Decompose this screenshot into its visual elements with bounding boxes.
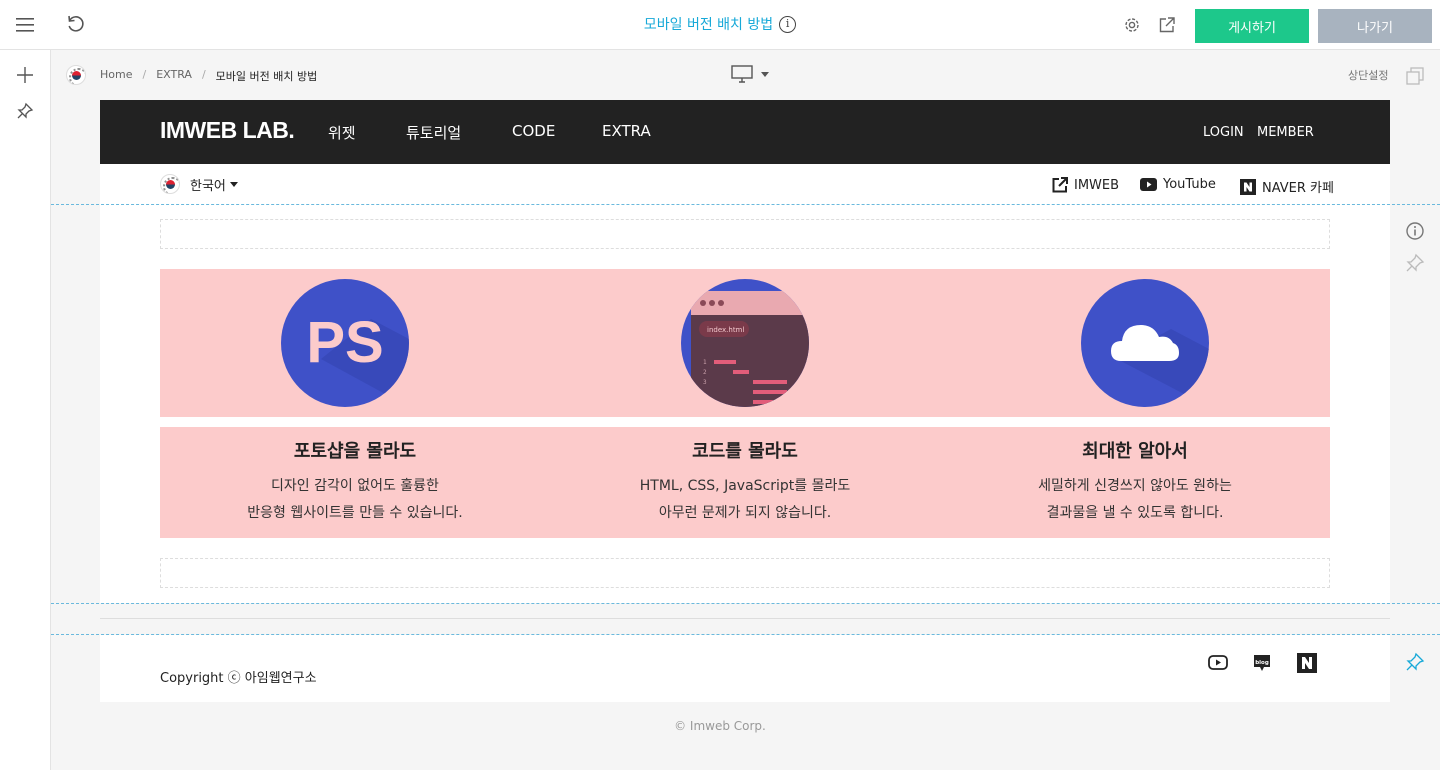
site-header: IMWEB LAB. 위젯 튜토리얼 CODE EXTRA LOGIN MEMB… (100, 100, 1390, 164)
youtube-link[interactable]: YouTube (1140, 177, 1216, 192)
section-guide-line (51, 603, 1440, 604)
code-line-number: 3 (703, 379, 707, 386)
section-guide-line (51, 204, 1440, 205)
empty-block-placeholder[interactable] (160, 558, 1330, 588)
feature-desc-line: HTML, CSS, JavaScript를 몰라도 (639, 478, 851, 494)
language-selector[interactable]: 한국어 (160, 174, 238, 194)
login-link[interactable]: LOGIN (1203, 125, 1244, 140)
breadcrumb-extra[interactable]: EXTRA (156, 68, 192, 84)
blog-icon[interactable]: blog (1252, 653, 1272, 677)
feature-desc-line: 아무런 문제가 되지 않습니다. (658, 505, 832, 521)
feature-text-band: 포토샵을 몰라도 디자인 감각이 없어도 훌륭한반응형 웹사이트를 만들 수 있… (160, 427, 1330, 538)
svg-text:blog: blog (1255, 660, 1269, 666)
member-link[interactable]: MEMBER (1257, 125, 1314, 140)
imweb-link-label: IMWEB (1074, 177, 1120, 193)
external-open-icon[interactable] (1155, 13, 1179, 37)
breadcrumb: Home / EXTRA / 모바일 버전 배치 방법 (100, 68, 317, 84)
device-selector[interactable] (731, 65, 769, 83)
left-tool-rail (0, 50, 51, 770)
feature-desc-line: 디자인 감각이 없어도 훌륭한 (271, 478, 439, 494)
code-line-number: 2 (703, 369, 707, 376)
breadcrumb-home[interactable]: Home (100, 68, 132, 84)
youtube-link-label: YouTube (1163, 177, 1216, 192)
pin-icon[interactable] (13, 99, 37, 123)
korean-flag-icon (160, 174, 180, 194)
desktop-icon (731, 65, 753, 83)
publish-button[interactable]: 게시하기 (1195, 9, 1309, 43)
feature-title: 포토샵을 몰라도 (293, 441, 417, 462)
breadcrumb-separator: / (201, 68, 206, 81)
nav-item-extra[interactable]: EXTRA (602, 122, 651, 140)
code-file-name: index.html (707, 326, 744, 334)
exit-button[interactable]: 나가기 (1318, 9, 1432, 43)
external-link-icon (1052, 177, 1068, 193)
corp-copyright: © Imweb Corp. (674, 719, 766, 733)
breadcrumb-separator: / (142, 68, 147, 81)
gear-icon[interactable] (1120, 13, 1144, 37)
copyright-text: Copyright ⓒ 아임웹연구소 (160, 671, 317, 686)
feature-title: 최대한 알아서 (1082, 441, 1188, 462)
feature-auto: 최대한 알아서 세밀하게 신경쓰지 않아도 원하는결과물을 낼 수 있도록 합니… (940, 427, 1330, 527)
youtube-icon[interactable] (1208, 655, 1228, 674)
feature-code: 코드를 몰라도 HTML, CSS, JavaScript를 몰라도아무런 문제… (550, 427, 940, 527)
section-pin-icon[interactable] (1405, 253, 1425, 277)
editor-top-bar: 모바일 버전 배치 방법 i 게시하기 나가기 (0, 0, 1440, 50)
korean-flag-icon[interactable] (66, 65, 86, 85)
code-line-number: 1 (703, 359, 707, 366)
nav-item-widget[interactable]: 위젯 (328, 122, 356, 143)
naver-icon[interactable] (1297, 653, 1317, 677)
add-icon[interactable] (13, 63, 37, 87)
feature-title: 코드를 몰라도 (692, 441, 798, 462)
feature-desc-line: 세밀하게 신경쓰지 않아도 원하는 (1038, 478, 1232, 494)
language-label: 한국어 (190, 178, 226, 194)
breadcrumb-current: 모바일 버전 배치 방법 (215, 70, 318, 83)
naver-cafe-link-label: NAVER 카페 (1262, 181, 1334, 196)
footer-pin-icon[interactable] (1405, 652, 1425, 676)
nav-item-code[interactable]: CODE (512, 122, 555, 140)
chevron-down-icon (761, 71, 769, 77)
caret-down-icon (229, 181, 238, 187)
ps-label: PS (306, 310, 383, 375)
empty-block-placeholder[interactable] (160, 219, 1330, 249)
site-subbar: 한국어 IMWEB YouTube NAVER 카페 (100, 164, 1390, 206)
feature-desc-line: 결과물을 낼 수 있도록 합니다. (1046, 505, 1224, 521)
feature-photoshop: 포토샵을 몰라도 디자인 감각이 없어도 훌륭한반응형 웹사이트를 만들 수 있… (160, 427, 550, 527)
feature-desc-line: 반응형 웹사이트를 만들 수 있습니다. (247, 505, 463, 521)
copy-icon[interactable] (1406, 67, 1424, 89)
footer-divider (100, 618, 1390, 619)
naver-icon (1240, 178, 1256, 195)
imweb-link[interactable]: IMWEB (1052, 177, 1119, 193)
site-footer: Copyright ⓒ 아임웹연구소 blog (100, 635, 1390, 702)
code-editor-icon: index.html 1 2 3 (681, 279, 809, 407)
info-icon[interactable]: i (779, 15, 797, 33)
naver-cafe-link[interactable]: NAVER 카페 (1240, 177, 1334, 196)
cloud-icon (1081, 279, 1209, 407)
youtube-icon (1140, 178, 1157, 191)
content-section: PS index.html 1 2 3 포토샵을 몰라도 디자인 감각이 없어도… (100, 206, 1390, 603)
feature-image-band: PS index.html 1 2 3 (160, 269, 1330, 417)
page-title-text: 모바일 버전 배치 방법 (643, 17, 774, 33)
nav-item-tutorial[interactable]: 튜토리얼 (406, 122, 461, 143)
section-info-icon[interactable] (1405, 221, 1425, 245)
top-setting-link[interactable]: 상단설정 (1348, 67, 1388, 83)
photoshop-icon: PS (281, 279, 409, 407)
site-logo[interactable]: IMWEB LAB. (160, 117, 295, 144)
